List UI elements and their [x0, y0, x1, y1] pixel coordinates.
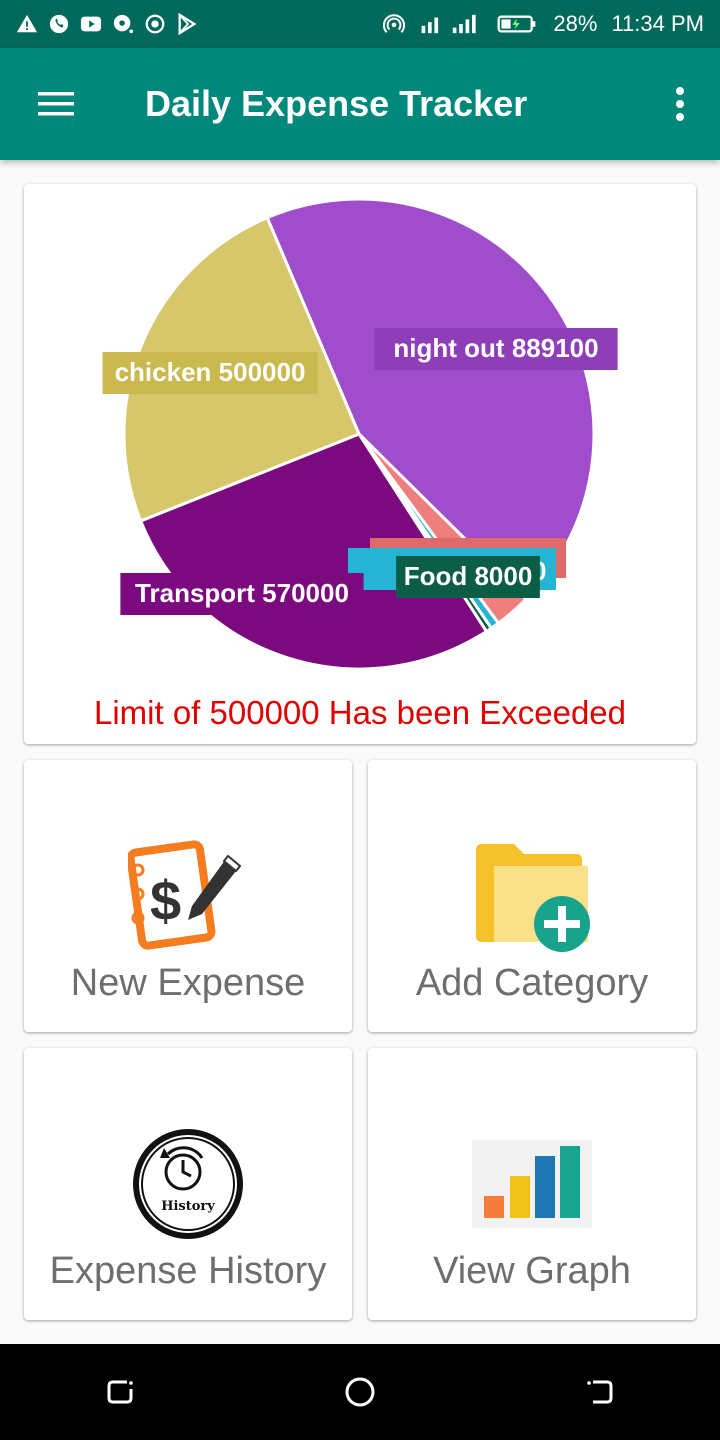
svg-text:Food 8000: Food 8000	[404, 561, 533, 591]
new-expense-icon: $	[126, 836, 248, 956]
alert-icon	[16, 13, 38, 35]
back-button[interactable]	[540, 1344, 660, 1440]
record-icon	[144, 13, 166, 35]
navigation-bar	[0, 1344, 720, 1440]
recent-apps-icon	[107, 1380, 133, 1404]
signal-icon	[415, 13, 485, 35]
more-vert-icon	[676, 87, 684, 121]
history-icon-text: History	[161, 1199, 215, 1214]
add-category-icon	[472, 836, 592, 956]
menu-icon	[38, 92, 74, 116]
add-category-tile[interactable]: Add Category	[368, 760, 696, 1032]
chat-icon	[112, 13, 134, 35]
pie-chart[interactable]: 00night out 889100Food 8000Transport 570…	[24, 184, 696, 684]
history-icon: History	[128, 1124, 248, 1244]
app-title: Daily Expense Tracker	[145, 83, 528, 124]
pie-slice-label: night out 889100	[374, 328, 618, 370]
clock: 11:34 PM	[611, 11, 704, 36]
limit-warning: Limit of 500000 Has been Exceeded	[93, 694, 627, 731]
recent-apps-button[interactable]	[60, 1344, 180, 1440]
system-status: 28% 11:34 PM	[383, 11, 704, 37]
back-icon	[587, 1380, 613, 1404]
battery-icon	[495, 13, 539, 35]
svg-text:$: $	[150, 869, 181, 932]
expense-history-tile[interactable]: History Expense History	[24, 1048, 352, 1320]
svg-text:chicken 500000: chicken 500000	[115, 357, 306, 387]
menu-button[interactable]	[0, 48, 112, 160]
expense-chart-card: 00night out 889100Food 8000Transport 570…	[24, 184, 696, 744]
add-category-label: Add Category	[415, 962, 649, 1004]
pie-slice-label: chicken 500000	[102, 352, 318, 394]
new-expense-tile[interactable]: $ New Expense	[24, 760, 352, 1032]
view-graph-label: View Graph	[433, 1250, 631, 1292]
hotspot-icon	[383, 13, 406, 35]
battery-percent: 28%	[553, 11, 598, 36]
notification-icons	[16, 12, 198, 36]
play-store-icon	[176, 12, 198, 36]
pie-slice-label: Food 8000	[396, 556, 540, 598]
youtube-icon	[80, 13, 102, 35]
bar-graph-icon	[472, 1124, 592, 1244]
home-icon	[345, 1377, 375, 1407]
new-expense-label: New Expense	[70, 962, 306, 1004]
overflow-menu-button[interactable]	[640, 48, 720, 160]
expense-history-label: Expense History	[49, 1250, 327, 1292]
status-bar: 28% 11:34 PM	[0, 0, 720, 48]
view-graph-tile[interactable]: View Graph	[368, 1048, 696, 1320]
pie-slice-label: Transport 570000	[120, 573, 364, 615]
svg-text:Transport 570000: Transport 570000	[135, 578, 349, 608]
home-button[interactable]	[300, 1344, 420, 1440]
app-bar: Daily Expense Tracker	[0, 48, 720, 160]
whatsapp-icon	[48, 13, 70, 35]
svg-text:night out 889100: night out 889100	[393, 333, 598, 363]
